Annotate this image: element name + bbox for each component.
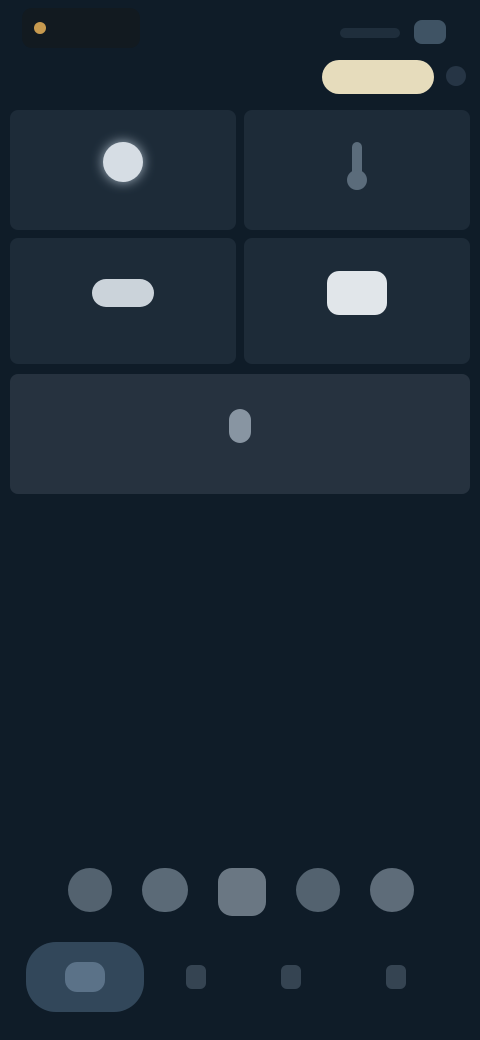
- nav-item-2[interactable]: [166, 942, 226, 1012]
- nav-icon: [281, 965, 301, 989]
- nav-icon: [386, 965, 406, 989]
- nav-item-home[interactable]: [26, 942, 144, 1012]
- more-icon[interactable]: [446, 66, 466, 86]
- dock-title: [200, 842, 280, 856]
- quick-action-2-button[interactable]: [142, 868, 188, 912]
- nav-icon: [186, 965, 206, 989]
- thermometer-icon: [347, 142, 367, 190]
- tile-cloud[interactable]: [10, 238, 236, 364]
- top-bar: [0, 0, 480, 110]
- nav-item-4[interactable]: [356, 942, 436, 1012]
- sun-icon: [103, 142, 143, 182]
- bottom-navigation: [26, 942, 454, 1016]
- quick-action-3-button[interactable]: [218, 868, 266, 916]
- section-title: [16, 88, 156, 104]
- tile-screen[interactable]: [244, 238, 470, 364]
- nav-item-3[interactable]: [256, 942, 326, 1012]
- profile-icon[interactable]: [414, 20, 446, 44]
- quick-action-5-button[interactable]: [370, 868, 414, 912]
- home-icon: [65, 962, 105, 992]
- quick-action-4-button[interactable]: [296, 868, 340, 912]
- tile-person[interactable]: [10, 374, 470, 494]
- screen-icon: [327, 271, 387, 315]
- brand-badge[interactable]: [22, 8, 140, 48]
- person-icon: [229, 409, 251, 443]
- brand-logo-icon: [34, 22, 46, 34]
- primary-action-button[interactable]: [322, 60, 434, 94]
- cloud-icon: [92, 279, 154, 307]
- status-indicator: [340, 28, 400, 38]
- quick-actions-dock: [60, 868, 420, 920]
- tile-sun[interactable]: [10, 110, 236, 230]
- tile-temperature[interactable]: [244, 110, 470, 230]
- quick-action-1-button[interactable]: [68, 868, 112, 912]
